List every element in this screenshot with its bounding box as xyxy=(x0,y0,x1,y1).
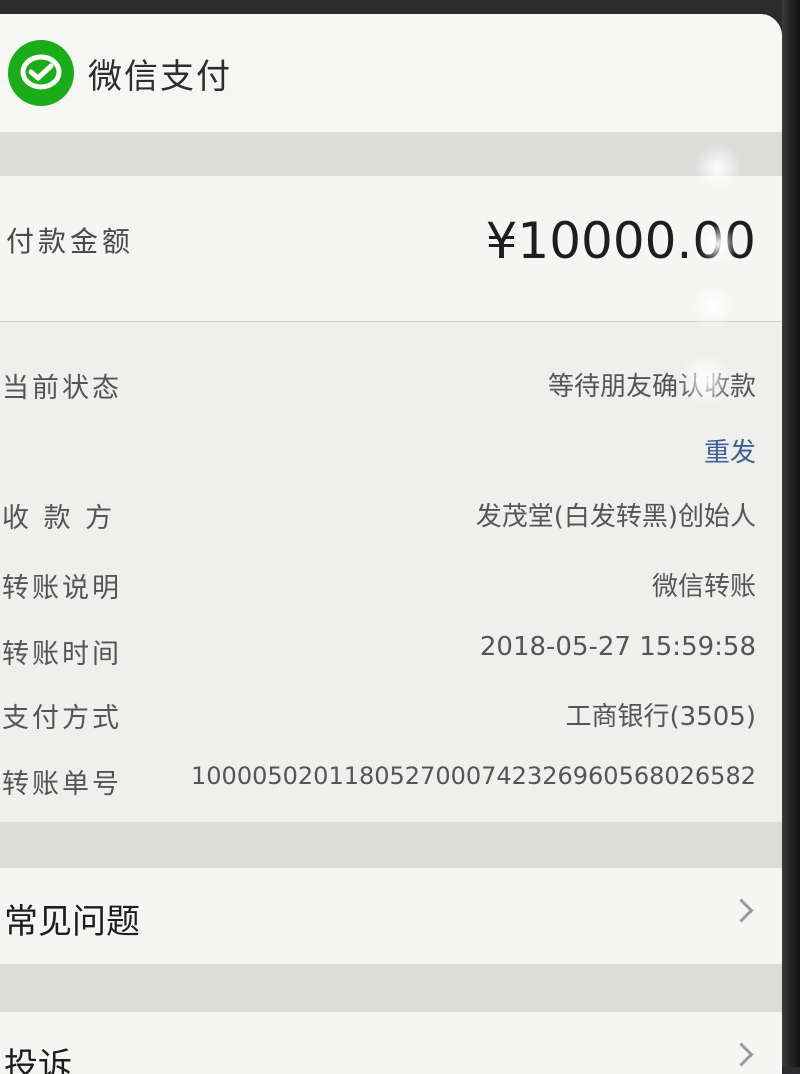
screen-glare xyxy=(676,354,736,406)
payment-detail-screen: 微信支付 付款金额 ¥10000.00 当前状态 等待朋友确认收款 收 款 方 … xyxy=(0,14,782,1074)
time-value: 2018-05-27 15:59:58 xyxy=(479,632,756,662)
transfer-details: 当前状态 等待朋友确认收款 收 款 方 发茂堂(白发转黑)创始人 转账说明 微信… xyxy=(0,322,782,822)
method-label: 支付方式 xyxy=(2,703,122,734)
resend-link[interactable]: 重发 xyxy=(704,432,756,469)
complaint-item[interactable]: 投诉 xyxy=(0,1012,782,1074)
payee-label: 收 款 方 xyxy=(2,503,116,534)
wechat-pay-icon xyxy=(8,40,74,106)
screen-glare xyxy=(698,224,738,264)
detail-row-method: 支付方式 工商银行(3505) xyxy=(0,696,782,736)
detail-row-payee: 收 款 方 发茂堂(白发转黑)创始人 xyxy=(0,496,782,536)
screen-glare xyxy=(694,144,742,192)
order-id-label: 转账单号 xyxy=(2,769,122,800)
chevron-right-icon xyxy=(729,898,754,923)
complaint-label: 投诉 xyxy=(4,1046,72,1074)
app-header: 微信支付 xyxy=(0,14,782,132)
note-label: 转账说明 xyxy=(2,573,122,604)
section-divider xyxy=(0,964,782,1012)
payee-value: 发茂堂(白发转黑)创始人 xyxy=(475,502,756,532)
detail-row-note: 转账说明 微信转账 xyxy=(0,566,782,606)
chevron-right-icon xyxy=(729,1042,754,1067)
detail-row-status: 当前状态 等待朋友确认收款 xyxy=(0,366,782,406)
status-label: 当前状态 xyxy=(2,373,122,404)
amount-row: 付款金额 ¥10000.00 xyxy=(0,176,782,322)
screen-glare xyxy=(688,286,738,326)
amount-label: 付款金额 xyxy=(6,225,135,258)
device-bezel xyxy=(782,0,800,1067)
time-label: 转账时间 xyxy=(2,639,122,670)
faq-label: 常见问题 xyxy=(4,902,140,942)
method-value: 工商银行(3505) xyxy=(565,702,756,732)
detail-row-order-id: 转账单号 10000502011805270007423269605680265… xyxy=(0,762,782,802)
brand-title: 微信支付 xyxy=(88,56,232,97)
section-divider xyxy=(0,132,782,176)
faq-item[interactable]: 常见问题 xyxy=(0,868,782,964)
order-id-value: 1000050201180527000742326960568026582 xyxy=(191,762,756,790)
detail-row-time: 转账时间 2018-05-27 15:59:58 xyxy=(0,632,782,672)
section-divider xyxy=(0,822,782,868)
note-value: 微信转账 xyxy=(651,572,756,602)
